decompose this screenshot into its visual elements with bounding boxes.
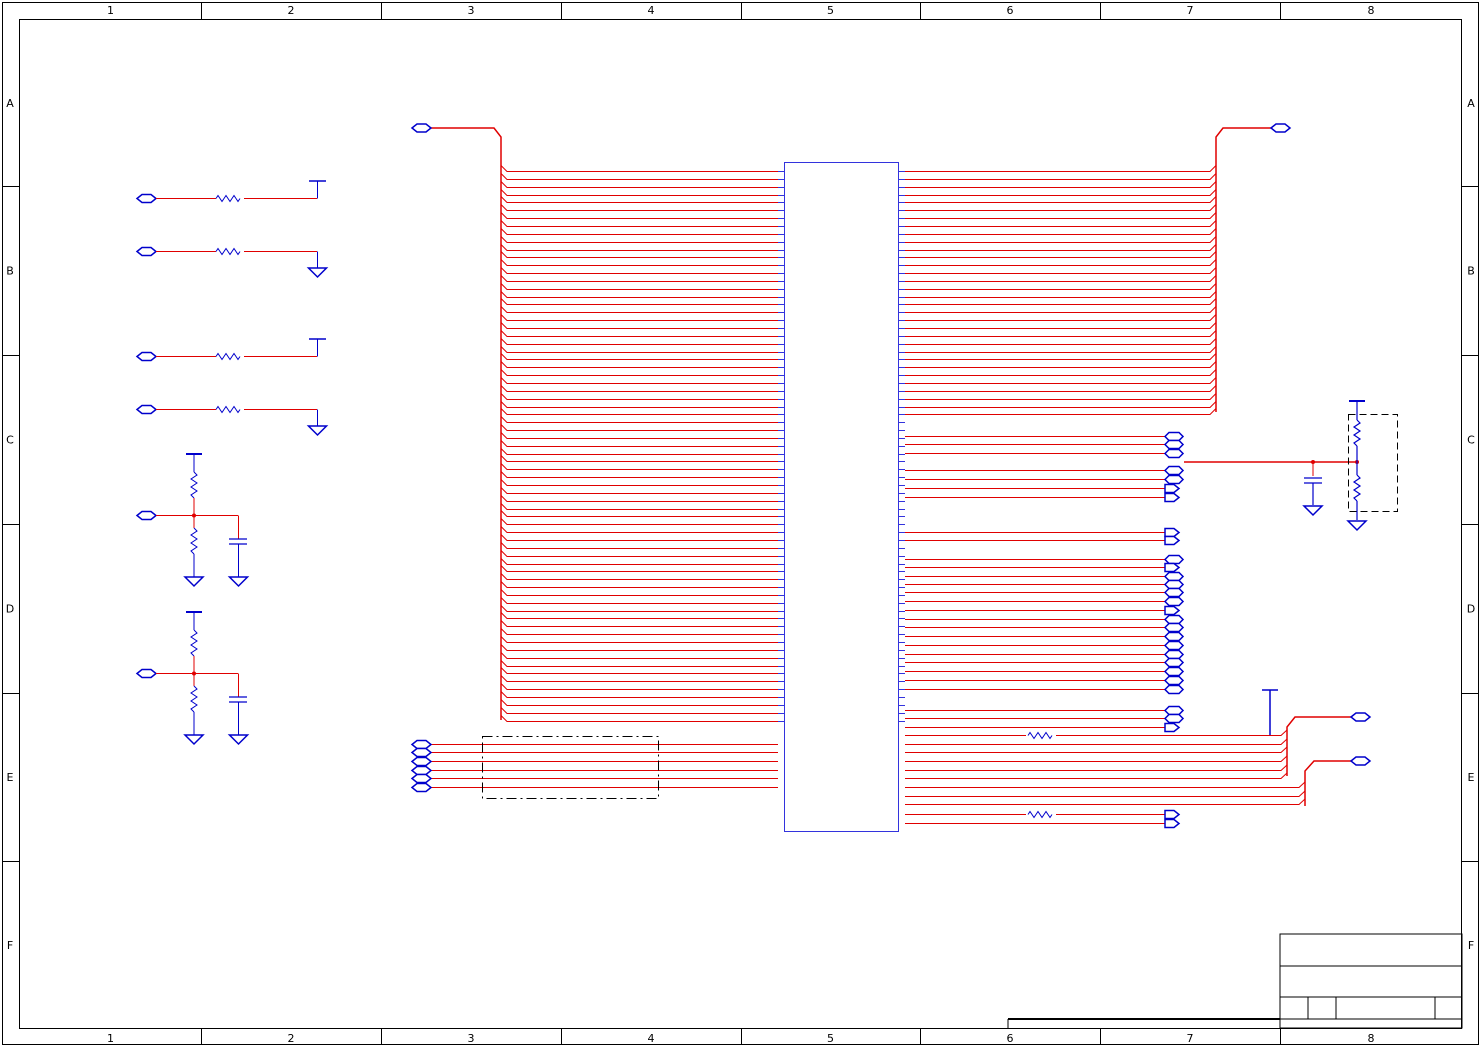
drawing-frame [2, 2, 1479, 1045]
column-labels-top: 1 2 3 4 5 6 7 8 [107, 4, 1375, 17]
left-resistor-circuits [135, 180, 329, 746]
ic-connector-body [784, 162, 899, 832]
capacitor-right [1304, 477, 1322, 505]
column-label: 6 [1007, 4, 1014, 17]
column-label: 5 [827, 4, 834, 17]
right-bus-lines [905, 165, 1217, 415]
column-label: 2 [288, 1032, 295, 1045]
lower-right-outputs [1262, 689, 1372, 806]
schematic-sheet: 1 2 3 4 5 6 7 8 1 2 3 4 5 6 7 8 A B C D E F A B C D E F [2, 2, 1479, 1045]
resistor-stack-right [1349, 400, 1365, 520]
column-label: 1 [107, 1032, 114, 1045]
row-label: B [1467, 265, 1475, 278]
right-signal-groups [905, 431, 1306, 829]
lower-right-trunk-2 [1304, 760, 1352, 806]
column-label: 8 [1368, 4, 1375, 17]
row-label: E [1468, 771, 1475, 784]
row-label: F [1468, 939, 1474, 952]
row-label: A [1467, 97, 1475, 110]
title-block [1007, 933, 1463, 1029]
row-label: C [1467, 434, 1475, 447]
right-bus-trunk [1215, 127, 1272, 412]
column-label: 1 [107, 4, 114, 17]
row-label: D [6, 603, 14, 616]
row-label: F [7, 939, 13, 952]
row-label: B [6, 265, 14, 278]
right-bus-port [1269, 123, 1292, 133]
column-label: 3 [468, 1032, 475, 1045]
column-labels-bottom: 1 2 3 4 5 6 7 8 [107, 1032, 1375, 1045]
row-label: D [1467, 603, 1475, 616]
ic-left-pins [778, 171, 784, 722]
column-label: 6 [1007, 1032, 1014, 1045]
column-label: 8 [1368, 1032, 1375, 1045]
column-label: 5 [827, 1032, 834, 1045]
column-label: 4 [648, 4, 655, 17]
right-upper-bus [905, 123, 1292, 415]
left-bus-port [410, 123, 433, 133]
row-label: A [6, 97, 14, 110]
ground-icon [1302, 505, 1324, 517]
row-label: E [7, 771, 14, 784]
lower-left-signal-group [410, 739, 778, 793]
dashed-block-left [482, 736, 659, 799]
right-divider [1184, 400, 1398, 532]
ground-icon [1346, 520, 1368, 532]
column-label: 4 [648, 1032, 655, 1045]
ic-right-pins [898, 171, 905, 722]
column-label: 3 [468, 4, 475, 17]
left-bus-trunk [428, 127, 502, 720]
column-label: 7 [1187, 4, 1194, 17]
row-label: C [6, 434, 14, 447]
column-label: 2 [288, 4, 295, 17]
left-bus-lines [500, 165, 778, 722]
lower-right-trunk-1 [1286, 716, 1352, 776]
column-label: 7 [1187, 1032, 1194, 1045]
left-bus [410, 123, 778, 722]
